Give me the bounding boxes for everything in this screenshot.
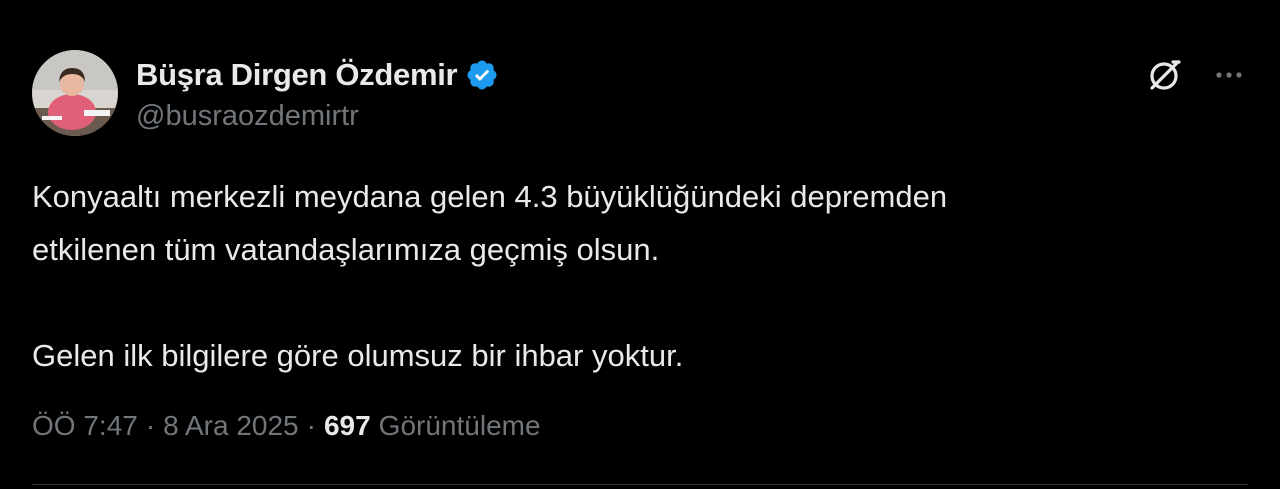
divider — [32, 484, 1248, 485]
tweet-meta: ÖÖ 7:47 · 8 Ara 2025 · 697 Görüntüleme — [32, 410, 541, 442]
author-handle[interactable]: @busraozdemirtr — [136, 100, 499, 133]
verified-badge-icon[interactable] — [465, 58, 499, 92]
tweet-header: Büşra Dirgen Özdemir @busraozdemirtr — [32, 50, 499, 136]
grok-icon[interactable] — [1146, 56, 1184, 94]
display-name[interactable]: Büşra Dirgen Özdemir — [136, 57, 458, 93]
tweet-card: Büşra Dirgen Özdemir @busraozdemirtr Kon… — [0, 0, 1280, 489]
meta-separator: · — [306, 410, 316, 441]
views-label[interactable]: Görüntüleme — [379, 410, 541, 442]
tweet-text-line: Konyaaltı merkezli meydana gelen 4.3 büy… — [32, 179, 948, 214]
tweet-time[interactable]: ÖÖ 7:47 — [32, 410, 138, 442]
name-row: Büşra Dirgen Özdemir — [136, 54, 499, 96]
avatar[interactable] — [32, 50, 118, 136]
tweet-top-actions — [1146, 56, 1246, 94]
avatar-image — [32, 50, 118, 136]
author-info: Büşra Dirgen Özdemir @busraozdemirtr — [136, 54, 499, 133]
tweet-text: Konyaaltı merkezli meydana gelen 4.3 büy… — [32, 170, 1232, 382]
tweet-text-line: Gelen ilk bilgilere göre olumsuz bir ihb… — [32, 338, 684, 373]
tweet-text-line: etkilenen tüm vatandaşlarımıza geçmiş ol… — [32, 232, 660, 267]
more-horizontal-icon[interactable] — [1212, 58, 1246, 92]
tweet-date[interactable]: 8 Ara 2025 — [163, 410, 298, 442]
meta-separator: · — [145, 410, 156, 441]
views-count[interactable]: 697 — [324, 410, 371, 442]
